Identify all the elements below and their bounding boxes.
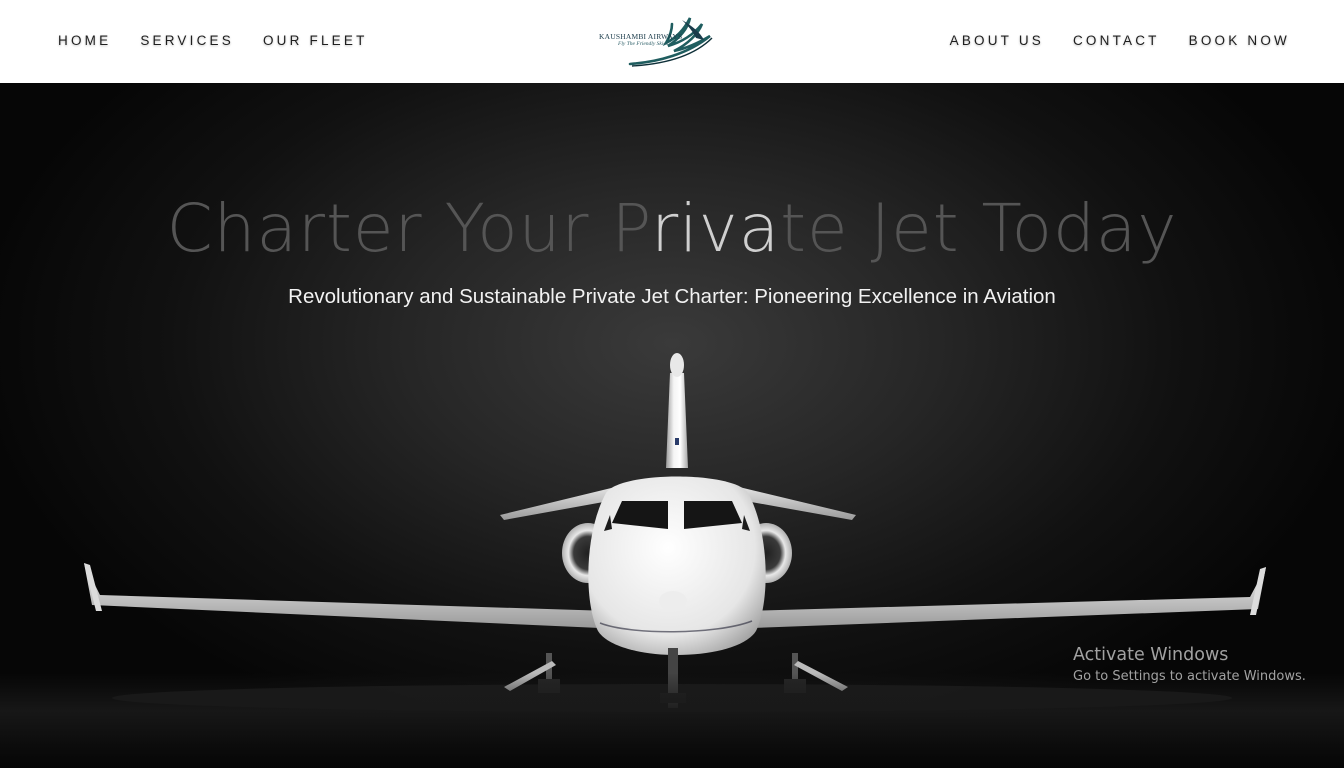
nav-home-link[interactable]: HOME (58, 32, 111, 50)
watermark-title: Activate Windows (1073, 645, 1229, 665)
nav-book-now-link[interactable]: BOOK NOW (1189, 32, 1290, 50)
logo-tagline: Fly The Friendly Skies (618, 41, 668, 47)
nav-services-link[interactable]: SERVICES (140, 32, 234, 50)
hero-title-part1: Charter Your P (166, 190, 652, 267)
hero-subtitle: Revolutionary and Sustainable Private Je… (288, 285, 1056, 308)
hero-title-part2: te Jet Today (780, 190, 1178, 267)
nav-about-us-link[interactable]: ABOUT US (950, 32, 1044, 50)
logo[interactable]: KAUSHAMBI AIRWAYS Fly The Friendly Skies (596, 14, 716, 70)
nav-right: ABOUT US CONTACT BOOK NOW (921, 32, 1290, 50)
nav-left: HOME SERVICES OUR FLEET (58, 32, 397, 50)
activate-windows-watermark: Activate Windows Go to Settings to activ… (1073, 644, 1306, 687)
watermark-subtitle: Go to Settings to activate Windows. (1073, 669, 1306, 684)
site-header: HOME SERVICES OUR FLEET KAUSHAMBI AIRWAY… (0, 0, 1344, 83)
nav-contact-link[interactable]: CONTACT (1073, 32, 1160, 50)
hero-title: Charter Your Private Jet Today (0, 189, 1344, 269)
hero-title-highlight: riva (651, 190, 781, 267)
logo-name: KAUSHAMBI AIRWAYS (599, 32, 683, 41)
nav-our-fleet-link[interactable]: OUR FLEET (263, 32, 368, 50)
floor-reflection (0, 673, 1344, 768)
